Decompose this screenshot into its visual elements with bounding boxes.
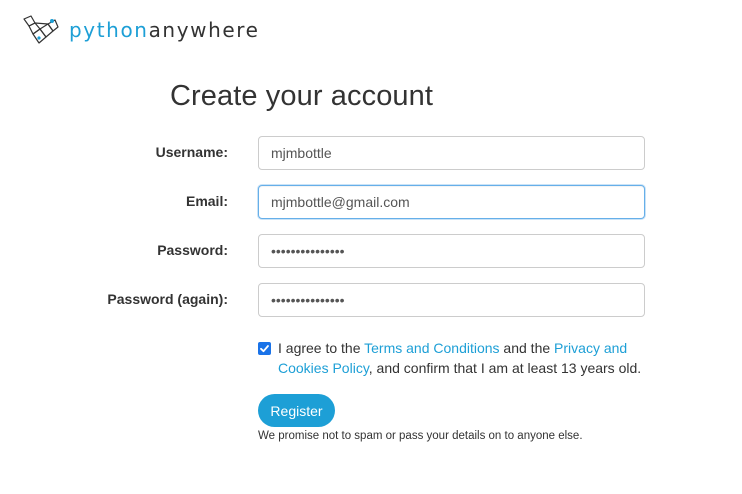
agree-checkbox[interactable] [258,342,271,355]
password-again-label: Password (again): [107,291,228,307]
email-field[interactable] [258,185,645,219]
brand-logo[interactable]: pythonanywhere [22,14,260,46]
pythonanywhere-logo-icon [23,15,59,44]
password-label: Password: [157,242,228,258]
brand-name-python: python [69,18,149,42]
password-row: Password: [0,234,742,268]
username-field[interactable] [258,136,645,170]
register-button[interactable]: Register [258,394,335,427]
username-row: Username: [0,136,742,170]
password-again-field[interactable] [258,283,645,317]
agreement-text: I agree to the Terms and Conditions and … [278,338,653,378]
agreement-text-after: , and confirm that I am at least 13 year… [368,360,642,376]
checkmark-icon [260,345,269,353]
password-again-row: Password (again): [0,283,742,317]
terms-link[interactable]: Terms and Conditions [364,340,499,356]
brand-name-anywhere: anywhere [148,18,260,42]
signup-page: pythonanywhere Create your account Usern… [0,0,742,494]
brand-name: pythonanywhere [69,20,260,40]
username-label: Username: [155,144,228,160]
spam-promise-note: We promise not to spam or pass your deta… [258,430,583,442]
page-title: Create your account [170,80,434,112]
agreement-text-middle: and the [499,340,555,356]
email-row: Email: [0,185,742,219]
agreement-text-before: I agree to the [278,340,365,356]
password-field[interactable] [258,234,645,268]
email-label: Email: [185,193,228,209]
